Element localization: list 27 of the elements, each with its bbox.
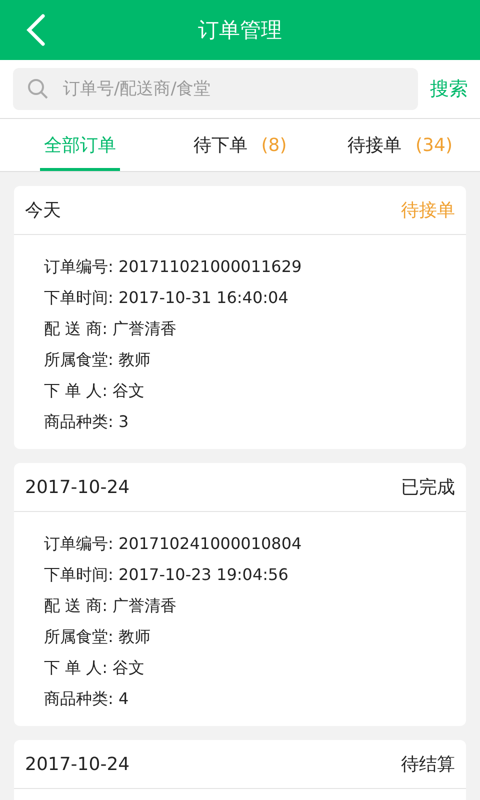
- order-detail: 商品种类: 3: [44, 411, 130, 433]
- order-detail: 下 单 人: 谷文: [44, 657, 146, 679]
- tab[interactable]: 待接单 (34): [320, 119, 480, 171]
- page-title: 订单管理: [198, 17, 282, 44]
- order-status: 待结算: [401, 753, 455, 776]
- search-icon: [27, 78, 49, 100]
- order-detail: 所属食堂: 教师: [44, 349, 152, 371]
- order-status: 待接单: [401, 199, 455, 222]
- order-detail: 订单编号: 201711021000011629: [44, 256, 303, 278]
- order-detail: 下单时间: 2017-10-31 16:40:04: [44, 287, 290, 309]
- order-detail: 商品种类: 4: [44, 688, 130, 710]
- order-detail: 下单时间: 2017-10-23 19:04:56: [44, 564, 290, 586]
- order-detail: 配 送 商: 广誉清香: [44, 318, 178, 340]
- order-date: 2017-10-24: [25, 754, 130, 774]
- order-card[interactable]: 2017-10-24 已完成 订单编号: 201710241000010804 下单时间: 2017-10-23 19:04:56 配 送 商: 广誉清香 所属食堂: 教师 下 单 人: 谷文 商品种类: 4: [14, 463, 466, 726]
- order-detail: 配 送 商: 广誉清香: [44, 595, 178, 617]
- back-icon: [26, 14, 46, 46]
- order-date: 2017-10-24: [25, 476, 130, 498]
- order-status: 已完成: [401, 476, 455, 499]
- order-date: 今天: [25, 199, 61, 222]
- order-detail: 下 单 人: 谷文: [44, 380, 146, 402]
- order-card[interactable]: 今天 待接单 订单编号: 201711021000011629 下单时间: 2017-10-31 16:40:04 配 送 商: 广誉清香 所属食堂: 教师 下 单 人: 谷文 商品种类: 3: [14, 186, 466, 449]
- order-detail: 所属食堂: 教师: [44, 626, 152, 648]
- order-detail: 订单编号: 201710241000010804: [44, 533, 303, 555]
- order-card[interactable]: 2017-10-24 待结算: [14, 740, 466, 800]
- search-field[interactable]: 订单号/配送商/食堂: [13, 68, 418, 110]
- tab[interactable]: 待下单 (8): [160, 119, 320, 171]
